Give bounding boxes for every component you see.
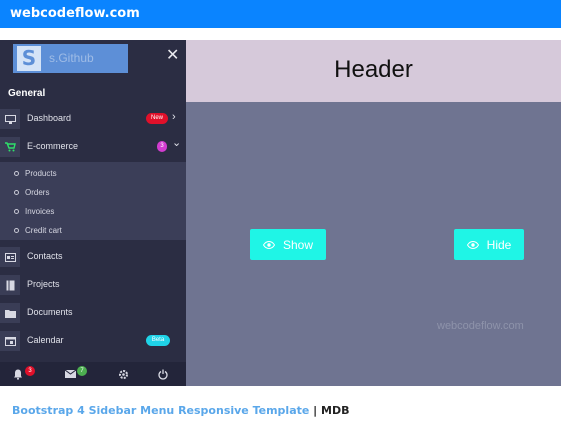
beta-badge: Beta (146, 335, 170, 346)
caption-separator: | (309, 404, 322, 417)
site-brand[interactable]: webcodeflow.com (10, 6, 140, 21)
sidebar-item-projects[interactable]: Projects (0, 271, 186, 299)
circle-icon (14, 190, 19, 196)
chevron-right-icon: › (172, 111, 176, 123)
circle-icon (14, 228, 19, 234)
cart-icon (0, 137, 20, 157)
notification-badge: 3 (25, 366, 35, 376)
calendar-icon (0, 331, 20, 351)
sidebar-item-calendar[interactable]: Calendar Beta (0, 327, 186, 355)
chevron-down-icon: ⌄ (172, 137, 182, 149)
submenu-item-orders[interactable]: Orders (14, 188, 49, 197)
new-badge: New (146, 113, 168, 124)
mail-badge: 7 (77, 366, 87, 376)
caption-suffix: MDB (321, 404, 350, 417)
sidebar-header: S s.Github ✕ (0, 40, 186, 78)
logo-letter: S (17, 46, 41, 71)
close-icon[interactable]: ✕ (166, 48, 179, 64)
sidebar-item-label: Calendar (27, 335, 64, 345)
sidebar-item-contacts[interactable]: Contacts (0, 243, 186, 271)
show-button-label: Show (282, 237, 314, 252)
submenu-item-products[interactable]: Products (14, 169, 57, 178)
submenu-item-invoices[interactable]: Invoices (14, 207, 54, 216)
book-icon (0, 275, 20, 295)
gear-icon[interactable] (117, 368, 129, 380)
power-icon[interactable] (157, 368, 169, 380)
address-card-icon (0, 247, 20, 267)
sidebar-footer: 3 7 (0, 362, 186, 386)
logo[interactable]: S s.Github (13, 44, 128, 73)
circle-icon (14, 209, 19, 215)
sidebar-item-label: Documents (27, 307, 73, 317)
sidebar-item-label: Projects (27, 279, 60, 289)
count-badge: 3 (157, 141, 167, 152)
sidebar-item-ecommerce[interactable]: E-commerce 3 ⌄ (0, 133, 186, 161)
submenu-item-credit-cart[interactable]: Credit cart (14, 226, 62, 235)
sidebar-item-label: E-commerce (27, 141, 79, 151)
eye-icon (262, 240, 275, 249)
circle-icon (14, 171, 19, 177)
watermark: webcodeflow.com (437, 320, 524, 332)
page-title: Header (334, 56, 413, 83)
show-button[interactable]: Show (250, 229, 326, 260)
hide-button[interactable]: Hide (454, 229, 524, 260)
caption-link[interactable]: Bootstrap 4 Sidebar Menu Responsive Temp… (12, 404, 309, 417)
ecommerce-submenu: Products Orders Invoices Credit cart (0, 162, 186, 240)
demo-frame: S s.Github ✕ General Dashboard New › E-c… (0, 40, 561, 386)
sidebar-item-dashboard[interactable]: Dashboard New › (0, 105, 186, 133)
sidebar-item-documents[interactable]: Documents (0, 299, 186, 327)
header-panel: Header (186, 40, 561, 102)
section-label-general: General (8, 88, 46, 99)
logo-text: s.Github (49, 51, 94, 65)
sidebar: S s.Github ✕ General Dashboard New › E-c… (0, 40, 186, 386)
hide-button-label: Hide (486, 237, 512, 252)
envelope-icon[interactable] (64, 368, 76, 380)
eye-slash-icon (466, 240, 479, 249)
folder-icon (0, 303, 20, 323)
sidebar-item-label: Contacts (27, 251, 63, 261)
monitor-icon (0, 109, 20, 129)
top-banner: webcodeflow.com (0, 0, 561, 28)
sidebar-item-label: Dashboard (27, 113, 72, 123)
bell-icon[interactable] (12, 368, 24, 380)
caption: Bootstrap 4 Sidebar Menu Responsive Temp… (12, 404, 350, 417)
